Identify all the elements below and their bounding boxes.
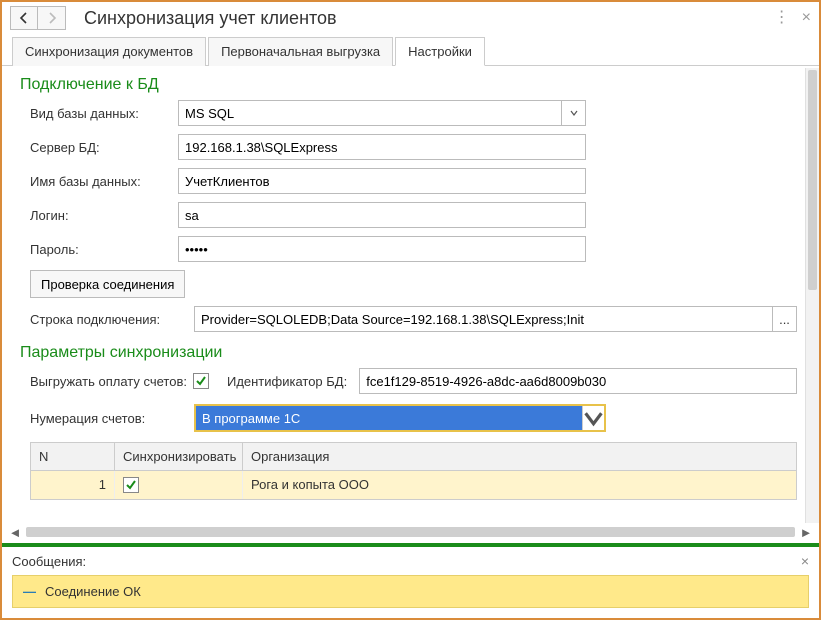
invoice-numbering-dropdown-icon[interactable] [582,406,604,430]
col-n[interactable]: N [31,443,115,470]
forward-button[interactable] [38,6,66,30]
connection-string-label: Строка подключения: [30,312,194,327]
tabs: Синхронизация документов Первоначальная … [2,36,819,66]
organizations-table: N Синхронизировать Организация 1 Рога и … [30,442,797,500]
col-sync[interactable]: Синхронизировать [115,443,243,470]
messages-title: Сообщения: [12,554,86,569]
tab-settings[interactable]: Настройки [395,37,485,66]
db-name-label: Имя базы данных: [30,174,178,189]
invoice-numbering-label: Нумерация счетов: [30,411,194,426]
db-type-dropdown-icon[interactable] [562,100,586,126]
hscroll-right-icon[interactable]: ► [799,525,813,539]
tab-initial-export[interactable]: Первоначальная выгрузка [208,37,393,66]
export-payments-label: Выгружать оплату счетов: [30,374,187,389]
message-item[interactable]: — Соединение ОК [12,575,809,608]
vertical-scrollbar[interactable] [805,68,819,523]
scrollbar-thumb[interactable] [808,70,817,290]
tab-sync-documents[interactable]: Синхронизация документов [12,37,206,66]
page-title: Синхронизация учет клиентов [84,8,774,29]
db-type-label: Вид базы данных: [30,106,178,121]
cell-sync [115,471,243,499]
db-server-input[interactable] [178,134,586,160]
db-type-select[interactable] [178,100,562,126]
db-password-label: Пароль: [30,242,178,257]
db-connection-heading: Подключение к БД [20,76,797,94]
hscroll-left-icon[interactable]: ◄ [8,525,22,539]
test-connection-button[interactable]: Проверка соединения [30,270,185,298]
col-org[interactable]: Организация [243,443,796,470]
messages-close-icon[interactable]: × [801,553,809,569]
db-server-label: Сервер БД: [30,140,178,155]
settings-panel: Подключение к БД Вид базы данных: Сервер… [2,66,805,523]
message-dash-icon: — [23,584,35,599]
messages-panel: Сообщения: × — Соединение ОК [2,547,819,618]
close-icon[interactable]: × [802,10,811,26]
cell-n: 1 [31,471,115,499]
sync-params-heading: Параметры синхронизации [20,344,797,362]
db-name-input[interactable] [178,168,586,194]
db-login-label: Логин: [30,208,178,223]
header: Синхронизация учет клиентов ⋮ × [2,2,819,36]
invoice-numbering-select[interactable]: В программе 1С [196,406,582,430]
kebab-menu-icon[interactable]: ⋮ [774,10,790,26]
invoice-numbering-select-wrap: В программе 1С [194,404,606,432]
back-button[interactable] [10,6,38,30]
connection-string-input[interactable] [194,306,773,332]
db-login-input[interactable] [178,202,586,228]
message-text: Соединение ОК [45,584,141,599]
db-id-input[interactable] [359,368,797,394]
export-payments-checkbox[interactable] [193,373,209,389]
table-row[interactable]: 1 Рога и копыта ООО [31,471,796,499]
row-sync-checkbox[interactable] [123,477,139,493]
connection-string-ellipsis-button[interactable]: ... [773,306,797,332]
cell-org: Рога и копыта ООО [243,471,796,499]
db-id-label: Идентификатор БД: [227,374,347,389]
db-password-input[interactable] [178,236,586,262]
horizontal-scrollbar[interactable]: ◄ ► [2,523,819,543]
hscroll-track[interactable] [26,527,795,537]
